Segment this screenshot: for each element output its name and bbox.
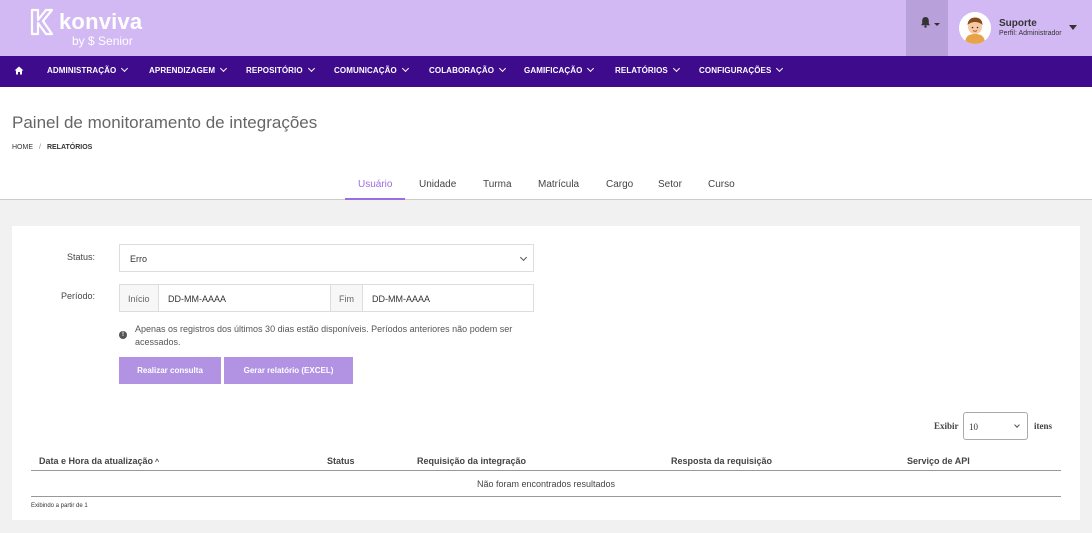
start-date-input[interactable]: DD-MM-AAAA bbox=[158, 284, 331, 312]
breadcrumb-separator: / bbox=[39, 144, 41, 151]
nav-item-configuracoes[interactable]: CONFIGURAÇÕES bbox=[699, 64, 784, 75]
nav-label: RELATÓRIOS bbox=[615, 66, 668, 75]
period-label: Período: bbox=[61, 291, 96, 301]
column-header-request[interactable]: Requisição da integração bbox=[417, 456, 526, 466]
konviva-logo-icon bbox=[30, 8, 54, 36]
per-page-select[interactable]: 10 bbox=[963, 412, 1028, 440]
main-nav: ADMINISTRAÇÃO APRENDIZAGEM REPOSITÓRIO C… bbox=[0, 56, 1092, 87]
info-icon: ! bbox=[119, 331, 127, 339]
per-page-value: 10 bbox=[969, 422, 978, 432]
brand-byline: by $ Senior bbox=[72, 34, 133, 48]
chevron-down-icon bbox=[672, 64, 680, 73]
status-select-value: Erro bbox=[130, 254, 148, 264]
nav-label: CONFIGURAÇÕES bbox=[699, 66, 772, 75]
status-label: Status: bbox=[67, 252, 96, 262]
bell-icon bbox=[921, 17, 930, 28]
chevron-down-icon bbox=[307, 64, 315, 73]
page-header: Painel de monitoramento de integrações H… bbox=[0, 87, 1092, 200]
top-header: konviva by $ Senior Suporte Perfil: Admi… bbox=[0, 0, 1092, 56]
nav-item-colaboracao[interactable]: COLABORAÇÃO bbox=[429, 64, 507, 75]
nav-item-comunicacao[interactable]: COMUNICAÇÃO bbox=[334, 64, 409, 75]
chevron-down-icon bbox=[587, 64, 595, 73]
chevron-down-icon bbox=[499, 64, 507, 73]
chevron-down-icon bbox=[121, 64, 129, 73]
nav-item-administracao[interactable]: ADMINISTRAÇÃO bbox=[47, 64, 129, 75]
breadcrumb-current: RELATÓRIOS bbox=[46, 144, 93, 151]
end-date-input[interactable]: DD-MM-AAAA bbox=[362, 284, 534, 312]
chevron-down-icon bbox=[1014, 422, 1020, 428]
nav-item-gamificacao[interactable]: GAMIFICAÇÃO bbox=[524, 64, 595, 75]
page-title: Painel de monitoramento de integrações bbox=[12, 113, 318, 132]
end-date-addon: Fim bbox=[330, 284, 363, 312]
column-header-label: Data e Hora da atualização bbox=[39, 456, 154, 466]
filter-card: Status: Erro Período: Início DD-MM-AAAA … bbox=[12, 226, 1080, 520]
tab-cargo[interactable]: Cargo bbox=[606, 179, 633, 190]
user-name: Suporte bbox=[999, 18, 1037, 29]
column-header-date[interactable]: Data e Hora da atualização ^ bbox=[39, 456, 159, 466]
tab-matricula[interactable]: Matrícula bbox=[538, 179, 579, 190]
nav-label: APRENDIZAGEM bbox=[149, 66, 216, 75]
brand-name: konviva bbox=[59, 9, 143, 34]
user-menu-chevron-icon[interactable] bbox=[1069, 25, 1077, 30]
chevron-down-icon bbox=[519, 253, 528, 262]
sort-asc-icon: ^ bbox=[155, 459, 160, 466]
column-header-response[interactable]: Resposta da requisição bbox=[671, 456, 772, 466]
chevron-down-icon bbox=[934, 23, 940, 26]
tab-setor[interactable]: Setor bbox=[658, 179, 682, 190]
empty-results-message: Não foram encontrados resultados bbox=[476, 479, 616, 489]
nav-item-relatorios[interactable]: RELATÓRIOS bbox=[615, 64, 680, 75]
per-page-label: Exibir bbox=[934, 421, 959, 431]
nav-item-repositorio[interactable]: REPOSITÓRIO bbox=[246, 64, 315, 75]
column-header-status[interactable]: Status bbox=[327, 456, 355, 466]
chevron-down-icon bbox=[401, 64, 409, 73]
status-select[interactable]: Erro bbox=[119, 244, 534, 272]
breadcrumb: HOME / RELATÓRIOS bbox=[12, 144, 92, 151]
nav-label: ADMINISTRAÇÃO bbox=[47, 66, 117, 75]
nav-label: REPOSITÓRIO bbox=[246, 66, 303, 75]
items-label: itens bbox=[1034, 421, 1052, 431]
chevron-down-icon bbox=[220, 64, 228, 73]
table-header-divider bbox=[31, 470, 1061, 471]
tab-turma[interactable]: Turma bbox=[483, 179, 512, 190]
nav-label: COLABORAÇÃO bbox=[429, 66, 495, 75]
breadcrumb-home[interactable]: HOME bbox=[12, 144, 33, 151]
generate-report-button[interactable]: Gerar relatório (EXCEL) bbox=[224, 357, 353, 384]
tab-unidade[interactable]: Unidade bbox=[419, 179, 456, 190]
query-button[interactable]: Realizar consulta bbox=[119, 357, 221, 384]
period-info-text: Apenas os registros dos últimos 30 dias … bbox=[135, 324, 513, 347]
tab-curso[interactable]: Curso bbox=[708, 179, 735, 190]
table-info: Exibindo a partir de 1 bbox=[31, 503, 88, 509]
start-date-addon: Início bbox=[119, 284, 159, 312]
table-bottom-divider bbox=[31, 496, 1061, 497]
nav-label: COMUNICAÇÃO bbox=[334, 66, 397, 75]
avatar[interactable] bbox=[959, 12, 991, 44]
chevron-down-icon bbox=[776, 64, 784, 73]
nav-item-aprendizagem[interactable]: APRENDIZAGEM bbox=[149, 64, 228, 75]
notifications-button[interactable] bbox=[906, 0, 948, 56]
tab-usuario[interactable]: Usuário bbox=[358, 179, 392, 190]
active-tab-indicator bbox=[345, 198, 405, 200]
column-header-api-service[interactable]: Serviço de API bbox=[907, 456, 970, 466]
home-icon[interactable] bbox=[14, 66, 24, 75]
user-role: Perfil: Administrador bbox=[999, 30, 1062, 37]
nav-label: GAMIFICAÇÃO bbox=[524, 66, 583, 75]
